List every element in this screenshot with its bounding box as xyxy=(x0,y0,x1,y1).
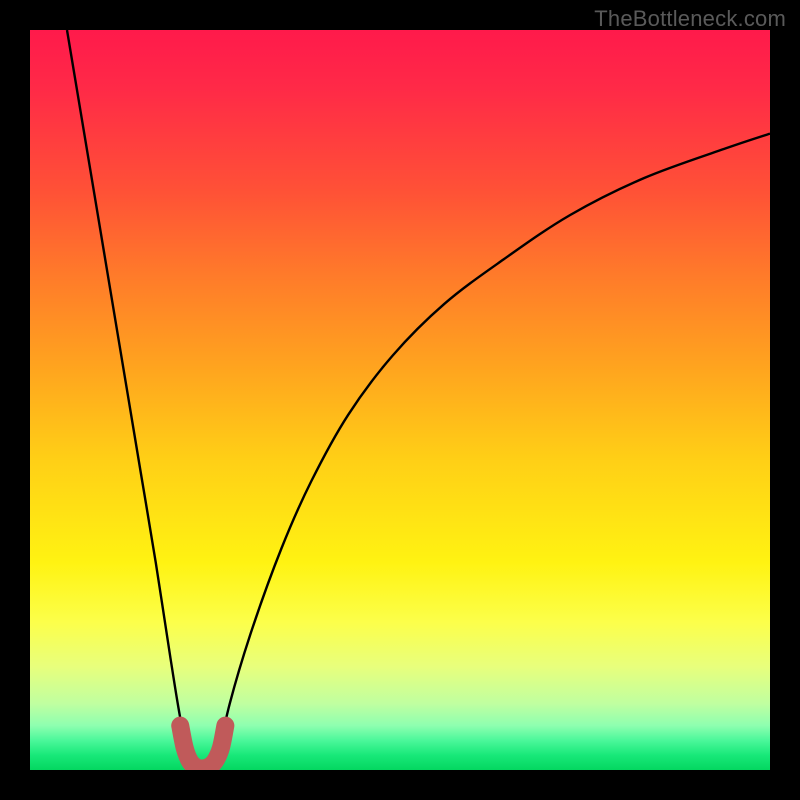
chart-container: TheBottleneck.com xyxy=(0,0,800,800)
right-branch-curve xyxy=(215,134,770,770)
trough-marker xyxy=(180,726,225,769)
left-branch-curve xyxy=(67,30,193,770)
watermark-text: TheBottleneck.com xyxy=(594,6,786,32)
curve-layer xyxy=(30,30,770,770)
plot-area xyxy=(30,30,770,770)
